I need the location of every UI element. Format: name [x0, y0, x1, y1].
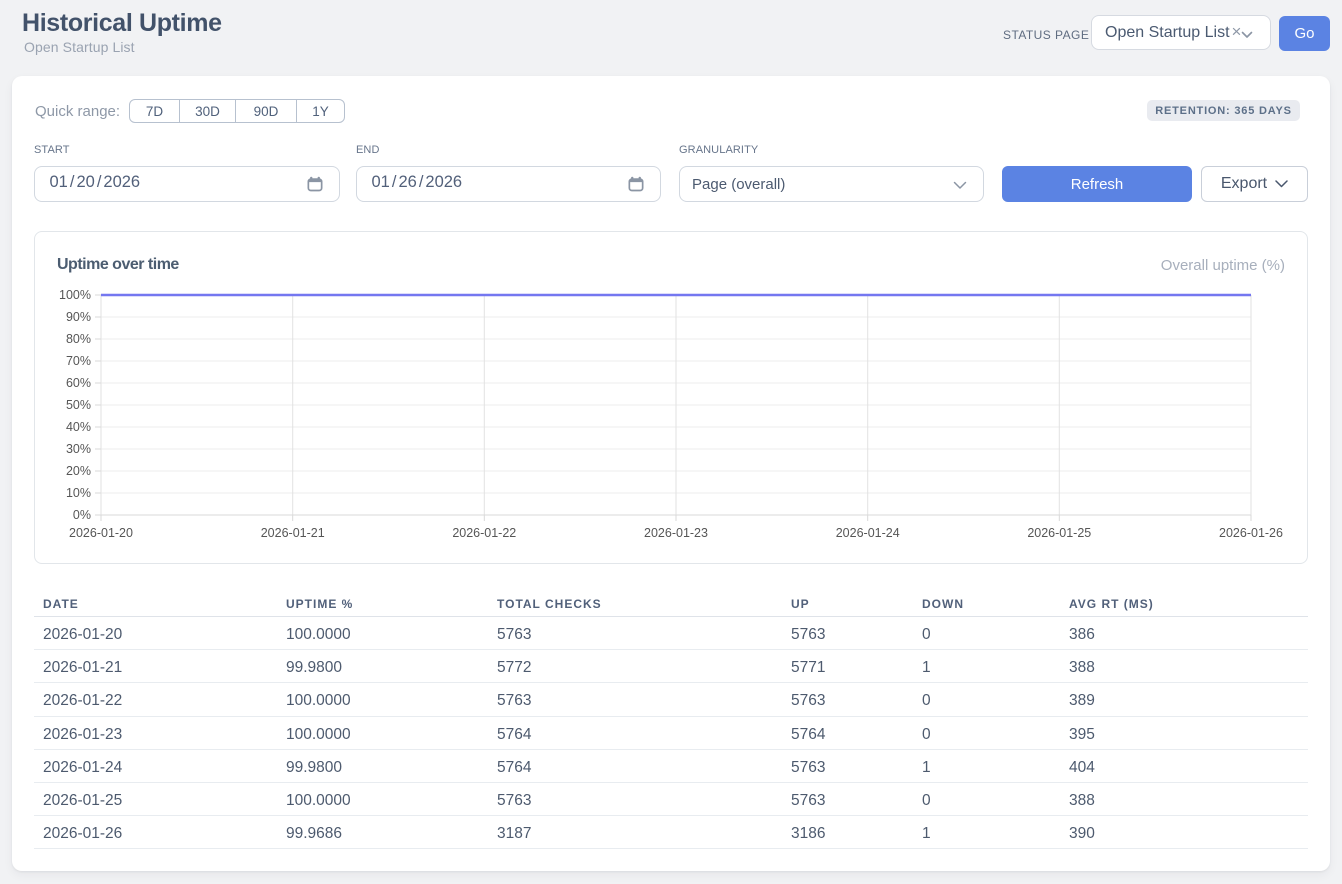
svg-text:2026-01-24: 2026-01-24 [836, 526, 900, 540]
svg-text:0%: 0% [73, 508, 91, 522]
svg-text:90%: 90% [66, 310, 91, 324]
svg-text:2026-01-20: 2026-01-20 [69, 526, 133, 540]
svg-text:10%: 10% [66, 486, 91, 500]
svg-text:30%: 30% [66, 442, 91, 456]
svg-text:20%: 20% [66, 464, 91, 478]
svg-text:2026-01-26: 2026-01-26 [1219, 526, 1283, 540]
svg-text:2026-01-22: 2026-01-22 [452, 526, 516, 540]
svg-text:80%: 80% [66, 332, 91, 346]
svg-text:50%: 50% [66, 398, 91, 412]
svg-text:60%: 60% [66, 376, 91, 390]
svg-text:70%: 70% [66, 354, 91, 368]
svg-text:2026-01-21: 2026-01-21 [261, 526, 325, 540]
svg-text:2026-01-23: 2026-01-23 [644, 526, 708, 540]
svg-text:40%: 40% [66, 420, 91, 434]
svg-text:2026-01-25: 2026-01-25 [1027, 526, 1091, 540]
svg-text:100%: 100% [59, 288, 91, 302]
